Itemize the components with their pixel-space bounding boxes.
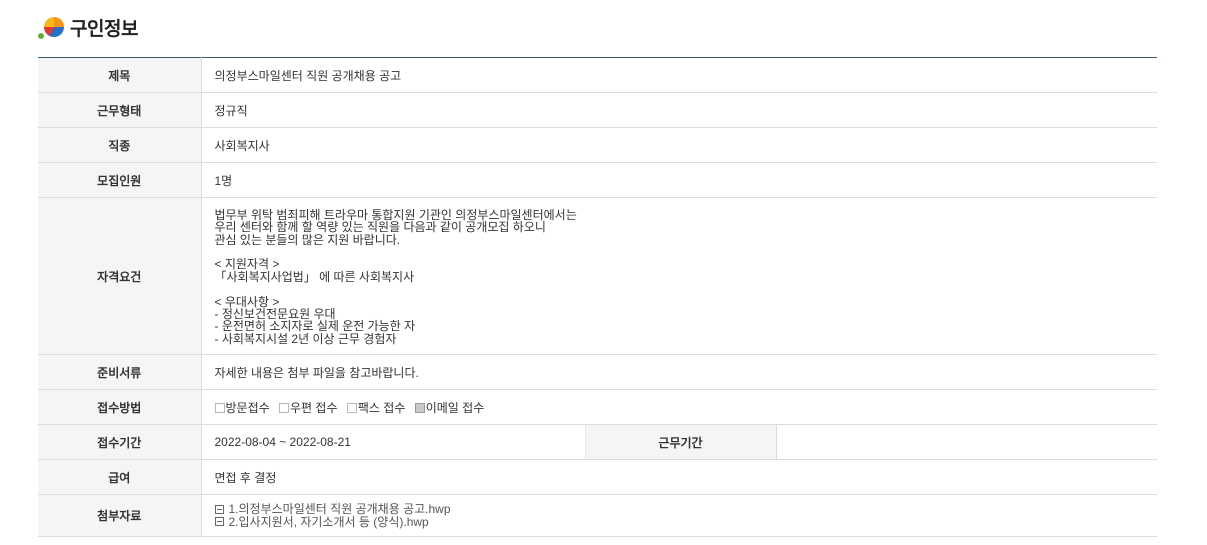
value-work-type: 정규직 [201, 92, 1158, 128]
page-header: 구인정보 [38, 12, 138, 42]
value-title: 의정부스마일센터 직원 공개채용 공고 [201, 57, 1158, 93]
logo-icon [38, 13, 66, 41]
method-mail-label: 우편 접수 [290, 400, 338, 415]
method-email: 이메일 접수 [414, 400, 485, 415]
label-headcount: 모집인원 [38, 162, 202, 198]
file-icon [214, 517, 224, 527]
label-work-period: 근무기간 [584, 424, 777, 460]
label-period: 접수기간 [38, 424, 202, 460]
label-job-type: 직종 [38, 127, 202, 163]
value-method: 방문접수 우편 접수 팩스 접수 이메일 접수 [201, 389, 1158, 425]
attachment-link-1[interactable]: 1.의정부스마일센터 직원 공개채용 공고.hwp [214, 502, 1157, 516]
label-title: 제목 [38, 57, 202, 93]
attachment-name-1: 1.의정부스마일센터 직원 공개채용 공고.hwp [228, 502, 451, 516]
job-info-table: 제목 의정부스마일센터 직원 공개채용 공고 근무형태 정규직 직종 사회복지사… [38, 57, 1158, 537]
row-attachments: 첨부자료 1.의정부스마일센터 직원 공개채용 공고.hwp 2.입사지원서, … [38, 494, 1158, 537]
checkbox-visit [214, 402, 225, 413]
checkbox-mail [279, 402, 290, 413]
method-fax: 팩스 접수 [346, 400, 406, 415]
value-job-type: 사회복지사 [201, 127, 1158, 163]
attachment-link-2[interactable]: 2.입사지원서, 자기소개서 등 (양식).hwp [214, 514, 1157, 529]
value-headcount: 1명 [201, 162, 1158, 198]
label-method: 접수방법 [38, 389, 202, 425]
file-icon [214, 504, 224, 514]
label-documents: 준비서류 [38, 354, 202, 390]
row-salary: 급여 면접 후 결정 [38, 459, 1158, 495]
method-visit-label: 방문접수 [225, 400, 270, 415]
row-headcount: 모집인원 1명 [38, 162, 1158, 198]
row-documents: 준비서류 자세한 내용은 첨부 파일을 참고바랍니다. [38, 354, 1158, 390]
row-qualification: 자격요건 법무부 위탁 범죄피해 트라우마 통합지원 기관인 의정부스마일센터에… [38, 197, 1158, 355]
row-job-type: 직종 사회복지사 [38, 127, 1158, 163]
method-fax-label: 팩스 접수 [357, 400, 406, 415]
row-title: 제목 의정부스마일센터 직원 공개채용 공고 [38, 57, 1158, 93]
label-attachments: 첨부자료 [38, 494, 202, 537]
page-title: 구인정보 [70, 18, 138, 40]
row-method: 접수방법 방문접수 우편 접수 팩스 접수 이메일 접수 [38, 389, 1158, 425]
value-period: 2022-08-04 ~ 2022-08-21 [201, 424, 585, 460]
method-visit: 방문접수 [214, 400, 270, 415]
row-work-type: 근무형태 정규직 [38, 92, 1158, 128]
value-documents: 자세한 내용은 첨부 파일을 참고바랍니다. [201, 354, 1158, 390]
method-email-label: 이메일 접수 [425, 400, 485, 415]
value-salary: 면접 후 결정 [201, 459, 1158, 495]
checkbox-fax [346, 402, 357, 413]
value-qualification: 법무부 위탁 범죄피해 트라우마 통합지원 기관인 의정부스마일센터에서는 우리… [201, 197, 1158, 355]
attachment-name-2: 2.입사지원서, 자기소개서 등 (양식).hwp [228, 514, 429, 529]
method-mail: 우편 접수 [279, 401, 338, 415]
label-qualification: 자격요건 [38, 197, 202, 355]
label-salary: 급여 [38, 459, 202, 495]
value-attachments: 1.의정부스마일센터 직원 공개채용 공고.hwp 2.입사지원서, 자기소개서… [201, 494, 1158, 537]
value-work-period [776, 424, 1158, 460]
label-work-type: 근무형태 [38, 92, 202, 128]
checkbox-email [414, 402, 425, 413]
row-period: 접수기간 2022-08-04 ~ 2022-08-21 근무기간 [38, 424, 1158, 460]
